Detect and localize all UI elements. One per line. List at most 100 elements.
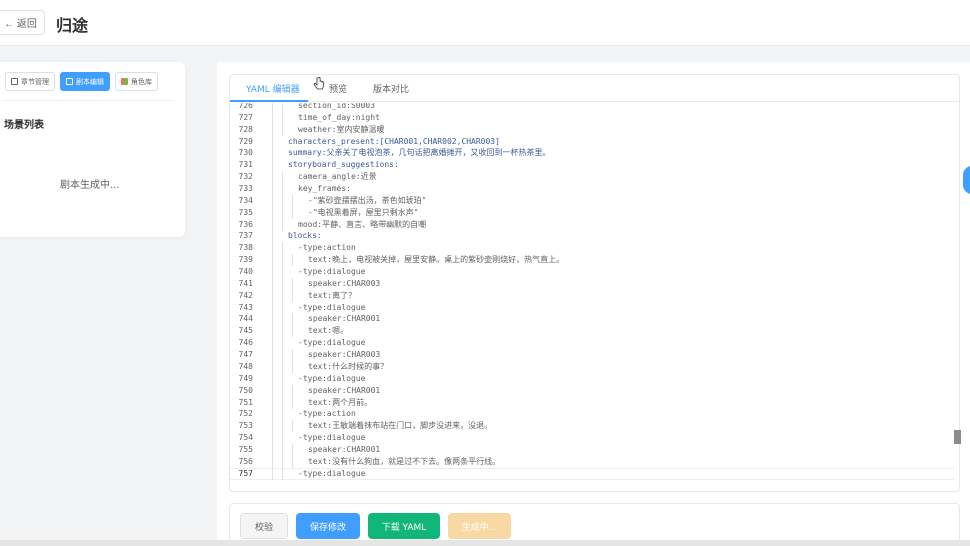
mode-tab-group: 章节管理 剧本编辑 角色库	[5, 72, 158, 91]
download-yaml-button[interactable]: 下载 YAML	[368, 513, 440, 539]
code-text: -type:dialogue	[298, 338, 366, 348]
line-number: 741	[238, 278, 253, 288]
indent-guide	[282, 432, 283, 445]
indent-guide	[272, 277, 273, 290]
indent-guide	[292, 277, 293, 290]
indent-guide	[282, 301, 283, 314]
indent-guide	[272, 325, 273, 338]
indent-guide	[272, 183, 273, 196]
code-line: 740 -type:dialogue	[230, 266, 954, 279]
tab-preview[interactable]: 预览	[329, 82, 347, 95]
indent-guide	[282, 266, 283, 279]
tab-chapter-management[interactable]: 章节管理	[5, 72, 55, 91]
indent-guide	[272, 337, 273, 350]
indent-guide	[282, 384, 283, 397]
indent-guide	[292, 455, 293, 468]
indent-guide	[282, 277, 283, 290]
code-line: 739 text:晚上，电视被关掉，屋里安静。桌上的紫砂壶刚烧好，热气直上。	[230, 254, 954, 267]
indent-guide	[282, 443, 283, 456]
validate-button[interactable]: 校验	[240, 513, 288, 539]
back-button[interactable]: ← 返回	[0, 10, 45, 35]
save-button[interactable]: 保存修改	[296, 513, 360, 539]
indent-guide	[272, 171, 273, 184]
code-text: speaker:CHAR001	[308, 444, 381, 454]
indent-guide	[282, 360, 283, 373]
indent-guide	[282, 194, 283, 207]
active-tab-indicator	[230, 100, 308, 102]
code-line: 749 -type:dialogue	[230, 372, 954, 385]
line-number: 752	[238, 409, 253, 419]
scene-sidebar: 章节管理 剧本编辑 角色库 场景列表 剧本生成中...	[0, 62, 185, 237]
tab-yaml-editor[interactable]: YAML 编辑器	[246, 82, 300, 95]
code-text: -type:dialogue	[298, 267, 366, 277]
code-line: 728 weather:室内安静温暖	[230, 123, 954, 136]
code-text: -"紫砂壶摆摆出汤，茶色如琥珀"	[308, 195, 427, 205]
code-text: text:没有什么狗血，就是过不下去。像两条平行线。	[308, 456, 501, 466]
floating-assistant-button[interactable]	[963, 166, 970, 194]
indent-guide	[272, 135, 273, 148]
line-number: 739	[238, 255, 253, 265]
line-number: 756	[238, 456, 253, 466]
code-line: 753 text:王敏端着抹布站在门口，脚步没进来，没退。	[230, 420, 954, 433]
indent-guide	[292, 349, 293, 362]
code-text: -"电视黑着屏，屋里只剩水声"	[308, 207, 419, 217]
indent-guide	[282, 420, 283, 433]
code-line: 729 characters_present:[CHAR001,CHAR002,C…	[230, 135, 954, 148]
indent-guide	[272, 455, 273, 468]
code-line: 744 speaker:CHAR001	[230, 313, 954, 326]
code-text: speaker:CHAR003	[308, 278, 381, 288]
indent-guide	[272, 159, 273, 172]
indent-guide	[282, 171, 283, 184]
line-number: 750	[238, 385, 253, 395]
indent-guide	[292, 194, 293, 207]
line-number: 731	[238, 160, 253, 170]
indent-guide	[282, 218, 283, 231]
tab-version-compare[interactable]: 版本对比	[373, 82, 409, 95]
code-line: 734 -"紫砂壶摆摆出汤，茶色如琥珀"	[230, 194, 954, 207]
indent-guide	[292, 443, 293, 456]
code-text: speaker:CHAR001	[308, 314, 381, 324]
page-title: 归途	[56, 16, 89, 35]
indent-guide	[292, 396, 293, 409]
code-text: text:嗯。	[308, 326, 349, 336]
code-line: 731 storyboard_suggestions:	[230, 159, 954, 172]
indent-guide	[282, 396, 283, 409]
code-text: mood:平静、直言、略带幽默的自嘲	[298, 219, 427, 229]
bottom-scrollbar[interactable]	[0, 540, 970, 546]
code-line: 754 -type:dialogue	[230, 432, 954, 445]
line-number: 727	[238, 112, 253, 122]
indent-guide	[282, 111, 283, 124]
indent-guide	[282, 467, 283, 480]
code-line: 735 -"电视黑着屏，屋里只剩水声"	[230, 206, 954, 219]
code-line: 750 speaker:CHAR001	[230, 384, 954, 397]
line-number: 755	[238, 444, 253, 454]
tab-character-library[interactable]: 角色库	[115, 72, 158, 91]
code-text: section_id:S0003	[298, 103, 376, 110]
line-number: 753	[238, 421, 253, 431]
tab-script-editor[interactable]: 剧本编辑	[60, 72, 110, 91]
code-line: 745 text:嗯。	[230, 325, 954, 338]
code-text: storyboard_suggestions:	[288, 160, 399, 170]
line-number: 734	[238, 195, 253, 205]
code-editor[interactable]: 726 section_id:S0003 727 time_of_day:night 7…	[230, 103, 954, 486]
code-text: -type:action	[298, 243, 356, 253]
code-line: 730 summary:父亲关了电视泡茶，几句话把离婚摊开，又收回到一杯热茶里。	[230, 147, 954, 160]
indent-guide	[282, 313, 283, 326]
line-number: 737	[238, 231, 253, 241]
indent-guide	[292, 254, 293, 267]
code-text: -type:dialogue	[298, 373, 366, 383]
indent-guide	[282, 455, 283, 468]
editor-tabs: YAML 编辑器 预览 版本对比	[230, 75, 959, 102]
editor-scrollbar-thumb[interactable]	[954, 430, 961, 444]
code-text: speaker:CHAR001	[308, 385, 381, 395]
indent-guide	[292, 206, 293, 219]
code-text: -type:dialogue	[298, 468, 366, 478]
indent-guide	[272, 289, 273, 302]
generating-button[interactable]: 生成中...	[448, 513, 511, 539]
line-number: 738	[238, 243, 253, 253]
code-line: 741 speaker:CHAR003	[230, 277, 954, 290]
code-line: 737 blocks:	[230, 230, 954, 243]
indent-guide	[272, 408, 273, 421]
line-number: 757	[238, 468, 253, 478]
indent-guide	[282, 254, 283, 267]
